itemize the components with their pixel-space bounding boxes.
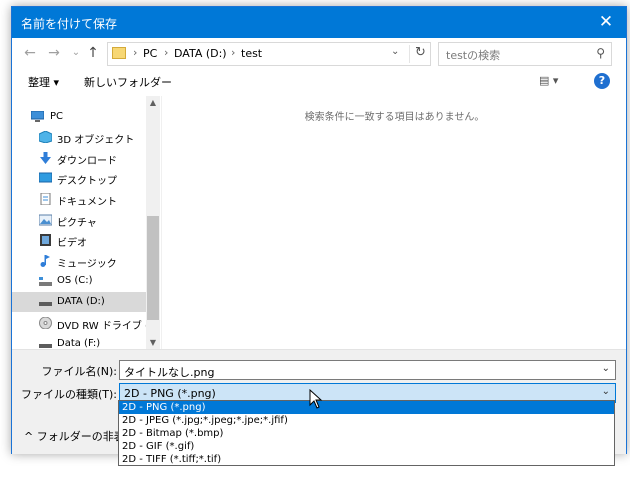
3d-objects-icon: [39, 131, 52, 143]
sidebar-item-label: 3D オブジェクト: [57, 135, 135, 146]
filetype-option-tiff[interactable]: 2D - TIFF (*.tiff;*.tif): [119, 453, 614, 466]
breadcrumb-separator: ›: [164, 46, 169, 59]
sidebar-item-3d-objects[interactable]: 3D オブジェクト: [12, 127, 146, 147]
sidebar-item-dvd-e[interactable]: DVD RW ドライブ (E:): [12, 313, 160, 333]
navigation-scrollbar[interactable]: ▲ ▼: [146, 96, 160, 349]
music-icon: [40, 255, 50, 267]
breadcrumb-separator: ›: [133, 46, 138, 59]
file-list-area[interactable]: 検索条件に一致する項目はありません。: [161, 96, 627, 349]
sidebar-item-os-c[interactable]: OS (C:): [12, 271, 146, 291]
sidebar-item-label: OS (C:): [57, 275, 93, 286]
navigation-pane: PC 3D オブジェクト ダウンロード デスクトップ ドキュメント ピクチャ ビ…: [12, 96, 160, 349]
sidebar-item-pc[interactable]: PC: [12, 107, 146, 127]
recent-locations-chevron-icon[interactable]: ⌄: [67, 44, 85, 62]
breadcrumb-test[interactable]: test: [241, 47, 262, 60]
refresh-icon[interactable]: ↻: [409, 45, 426, 63]
sidebar-item-data-d[interactable]: DATA (D:): [12, 292, 146, 312]
document-icon: [40, 193, 51, 205]
scroll-down-icon[interactable]: ▼: [146, 338, 160, 347]
pictures-icon: [39, 214, 52, 226]
sidebar-item-documents[interactable]: ドキュメント: [12, 189, 146, 209]
save-as-dialog: 名前を付けて保存 ✕ ← → ⌄ ↑ › PC › DATA (D:) › te…: [11, 6, 627, 454]
pc-icon: [31, 111, 44, 122]
chevron-down-icon[interactable]: ⌄: [602, 363, 610, 374]
sidebar-item-label: PC: [50, 111, 64, 122]
mouse-cursor-icon: [309, 389, 323, 409]
address-bar[interactable]: › PC › DATA (D:) › test ⌄ ↻: [107, 42, 431, 66]
filename-value: タイトルなし.png: [124, 366, 215, 379]
sidebar-item-label: ダウンロード: [57, 156, 117, 167]
search-icon[interactable]: ⚲: [596, 46, 605, 60]
desktop-icon: [39, 172, 52, 183]
sidebar-item-videos[interactable]: ビデオ: [12, 230, 146, 250]
sidebar-item-label: ビデオ: [57, 238, 87, 249]
dialog-title: 名前を付けて保存: [21, 17, 118, 31]
sidebar-item-label: DATA (D:): [57, 296, 105, 307]
sidebar-item-label: Data (F:): [57, 338, 101, 349]
drive-c-icon: [39, 277, 52, 286]
filename-label: ファイル名(N):: [41, 365, 117, 378]
drive-f-icon: [39, 344, 52, 348]
sidebar-item-downloads[interactable]: ダウンロード: [12, 148, 146, 168]
up-arrow-icon[interactable]: ↑: [84, 44, 102, 62]
filetype-dropdown-list: 2D - PNG (*.png) 2D - JPEG (*.jpg;*.jpeg…: [118, 400, 615, 466]
scroll-up-icon[interactable]: ▲: [146, 98, 160, 107]
filetype-option-bitmap[interactable]: 2D - Bitmap (*.bmp): [119, 427, 614, 440]
organize-button[interactable]: 整理 ▾: [28, 74, 59, 90]
close-icon[interactable]: ✕: [586, 7, 626, 38]
sidebar-item-label: ミュージック: [57, 259, 117, 270]
filetype-label: ファイルの種類(T):: [20, 388, 117, 401]
sidebar-item-pictures[interactable]: ピクチャ: [12, 210, 146, 230]
sidebar-item-label: ピクチャ: [57, 218, 97, 229]
navigation-bar: ← → ⌄ ↑ › PC › DATA (D:) › test ⌄ ↻ test…: [12, 38, 626, 68]
video-icon: [40, 234, 51, 246]
address-dropdown-icon[interactable]: ⌄: [391, 46, 399, 57]
sidebar-item-desktop[interactable]: デスクトップ: [12, 168, 146, 188]
breadcrumb-pc[interactable]: PC: [143, 47, 157, 60]
command-toolbar: 整理 ▾ 新しいフォルダー ▤ ▾ ?: [12, 68, 626, 96]
back-arrow-icon[interactable]: ←: [21, 44, 39, 62]
drive-d-icon: [39, 302, 52, 306]
dvd-icon: [39, 317, 52, 329]
breadcrumb-separator: ›: [231, 46, 236, 59]
filetype-option-png[interactable]: 2D - PNG (*.png): [119, 401, 614, 414]
sidebar-item-label: DVD RW ドライブ (E:): [57, 321, 160, 332]
sidebar-item-music[interactable]: ミュージック: [12, 251, 146, 271]
search-placeholder: testの検索: [446, 49, 501, 62]
title-bar[interactable]: 名前を付けて保存 ✕: [12, 7, 626, 38]
folder-icon: [112, 47, 126, 59]
filetype-option-gif[interactable]: 2D - GIF (*.gif): [119, 440, 614, 453]
filetype-option-jpeg[interactable]: 2D - JPEG (*.jpg;*.jpeg;*.jpe;*.jfif): [119, 414, 614, 427]
chevron-down-icon[interactable]: ⌄: [602, 386, 610, 397]
new-folder-button[interactable]: 新しいフォルダー: [84, 74, 172, 90]
sidebar-item-data-f[interactable]: Data (F:): [12, 334, 146, 349]
filename-input[interactable]: タイトルなし.png ⌄: [119, 360, 616, 380]
sidebar-item-label: ドキュメント: [57, 197, 117, 208]
sidebar-item-label: デスクトップ: [57, 176, 117, 187]
search-box[interactable]: testの検索 ⚲: [438, 42, 612, 66]
empty-results-message: 検索条件に一致する項目はありません。: [304, 112, 485, 123]
forward-arrow-icon[interactable]: →: [45, 44, 63, 62]
filetype-value: 2D - PNG (*.png): [124, 387, 216, 400]
view-options-icon[interactable]: ▤ ▾: [539, 74, 558, 87]
breadcrumb-data-d[interactable]: DATA (D:): [174, 47, 227, 60]
download-icon: [40, 152, 51, 164]
scrollbar-thumb[interactable]: [147, 216, 159, 320]
help-icon[interactable]: ?: [594, 73, 610, 89]
